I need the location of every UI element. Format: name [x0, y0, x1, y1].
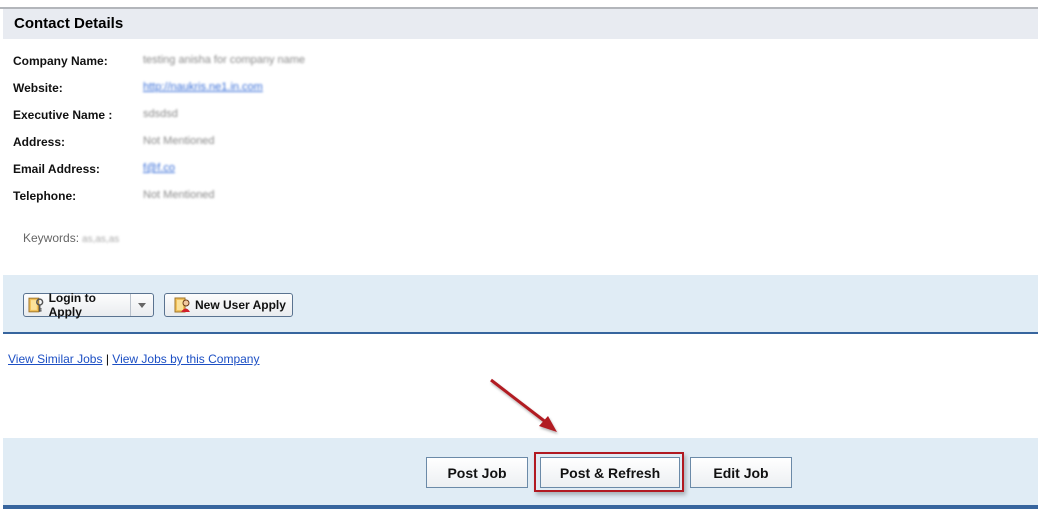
login-dropdown-toggle[interactable] — [131, 294, 153, 316]
detail-row-company: Company Name: testing anisha for company… — [13, 52, 613, 70]
detail-row-address: Address: Not Mentioned — [13, 133, 613, 151]
edit-job-button[interactable]: Edit Job — [690, 457, 792, 488]
chevron-down-icon — [138, 302, 147, 308]
job-links: View Similar Jobs | View Jobs by this Co… — [8, 352, 259, 366]
email-link[interactable]: f@f.co — [143, 162, 175, 174]
detail-label: Telephone: — [13, 189, 77, 203]
detail-value: sdsdsd — [143, 108, 178, 120]
contact-details-header: Contact Details — [3, 9, 1038, 39]
new-user-apply-button[interactable]: New User Apply — [164, 293, 293, 317]
section-title: Contact Details — [14, 15, 124, 32]
detail-value: Not Mentioned — [143, 135, 215, 147]
website-link[interactable]: http://naukris.ne1.in.com — [143, 81, 263, 93]
login-to-apply-button[interactable]: Login to Apply — [23, 291, 154, 319]
detail-row-email: Email Address: f@f.co — [13, 160, 613, 178]
detail-label: Email Address: — [13, 162, 100, 176]
detail-label: Address: — [13, 135, 66, 149]
link-separator: | — [105, 352, 109, 366]
view-jobs-by-company-link[interactable]: View Jobs by this Company — [112, 352, 259, 366]
detail-label: Website: — [13, 81, 63, 95]
detail-row-website: Website: http://naukris.ne1.in.com — [13, 79, 613, 97]
login-to-apply-label: Login to Apply — [48, 291, 96, 319]
detail-label: Executive Name : — [13, 108, 113, 122]
detail-value: Not Mentioned — [143, 189, 215, 201]
login-to-apply-main[interactable]: Login to Apply — [24, 291, 132, 319]
key-door-icon — [28, 297, 44, 313]
keywords-value: as,as,as — [82, 234, 120, 245]
annotation-arrow-icon — [490, 378, 557, 432]
apply-bar — [3, 275, 1038, 332]
detail-row-telephone: Telephone: Not Mentioned — [13, 187, 613, 205]
divider — [3, 332, 1038, 334]
post-job-button[interactable]: Post Job — [426, 457, 528, 488]
divider — [3, 505, 1038, 509]
detail-value: testing anisha for company name — [143, 54, 306, 66]
view-similar-jobs-link[interactable]: View Similar Jobs — [8, 352, 102, 366]
detail-label: Company Name: — [13, 54, 108, 68]
new-user-icon — [174, 297, 190, 313]
new-user-apply-label: New User Apply — [195, 298, 286, 312]
detail-row-executive: Executive Name : sdsdsd — [13, 106, 613, 124]
keywords: Keywords: as,as,as — [23, 231, 119, 245]
keywords-label: Keywords: — [23, 231, 80, 245]
post-and-refresh-button[interactable]: Post & Refresh — [540, 457, 680, 488]
